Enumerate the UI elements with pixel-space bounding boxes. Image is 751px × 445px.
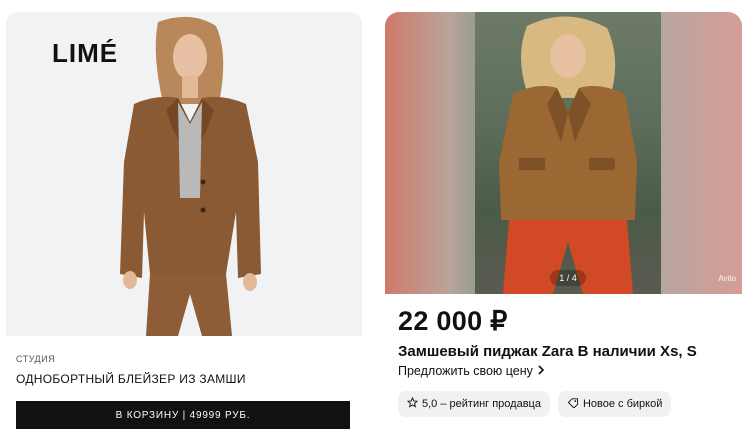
- avito-listing-card[interactable]: 1 / 4 Avito 22 000 ₽ Замшевый пиджак Zar…: [385, 12, 742, 445]
- listing-price: 22 000 ₽: [398, 306, 508, 336]
- image-counter: 1 / 4: [550, 270, 586, 286]
- seller-rating-label: 5,0 – рейтинг продавца: [422, 398, 541, 410]
- listing-title[interactable]: Замшевый пиджак Zara В наличии Xs, S: [398, 343, 697, 360]
- avito-watermark: Avito: [718, 274, 736, 283]
- condition-chip[interactable]: Новое с биркой: [557, 391, 672, 417]
- product-name[interactable]: ОДНОБОРТНЫЙ БЛЕЙЗЕР ИЗ ЗАМШИ: [16, 372, 246, 386]
- lime-product-card[interactable]: LIMÉ СТУДИЯ ОДНОБОРТНЫЙ БЛЕЙЗЕР ИЗ ЗАМШИ…: [6, 12, 362, 445]
- condition-label: Новое с биркой: [582, 398, 663, 410]
- woman-in-suede-jacket-illustration: [499, 16, 637, 294]
- lime-logo: LIMÉ: [52, 38, 119, 68]
- listing-photo: [475, 12, 661, 294]
- add-to-cart-button[interactable]: В КОРЗИНУ | 49999 РУБ.: [16, 401, 350, 429]
- make-offer-link[interactable]: Предложить свою цену: [398, 364, 545, 378]
- product-info: СТУДИЯ ОДНОБОРТНЫЙ БЛЕЙЗЕР ИЗ ЗАМШИ В КО…: [6, 336, 362, 445]
- collection-label: СТУДИЯ: [16, 354, 56, 364]
- make-offer-label: Предложить свою цену: [398, 364, 533, 378]
- listing-chips: 5,0 – рейтинг продавца Новое с биркой: [398, 391, 672, 417]
- listing-photo-gallery[interactable]: 1 / 4 Avito: [385, 12, 742, 294]
- seller-rating-chip[interactable]: 5,0 – рейтинг продавца: [398, 391, 550, 417]
- chevron-right-icon: [537, 364, 545, 378]
- product-photo[interactable]: LIMÉ: [6, 12, 362, 336]
- tag-icon: [567, 397, 579, 411]
- star-icon: [406, 396, 419, 411]
